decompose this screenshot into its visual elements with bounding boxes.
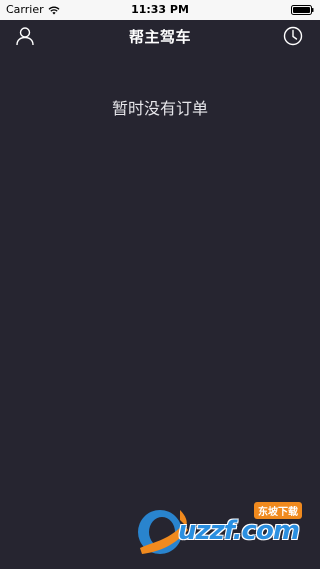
page-title: 帮主驾车: [128, 28, 191, 46]
nav-bar: 帮主驾车: [0, 20, 320, 52]
clock-icon: [283, 26, 303, 46]
history-button[interactable]: [282, 25, 304, 47]
empty-orders-message: 暂时没有订单: [111, 99, 208, 118]
app-screen: Carrier 11:33 PM 帮主驾车 暂时没有订单 东坡下载 uzzf.c…: [0, 0, 320, 569]
status-bar: Carrier 11:33 PM: [0, 0, 320, 20]
status-time: 11:33 PM: [131, 3, 189, 16]
watermark: 东坡下载 uzzf.com: [132, 496, 320, 569]
battery-icon: [291, 5, 314, 15]
watermark-brand: uzzf.com: [178, 516, 300, 546]
